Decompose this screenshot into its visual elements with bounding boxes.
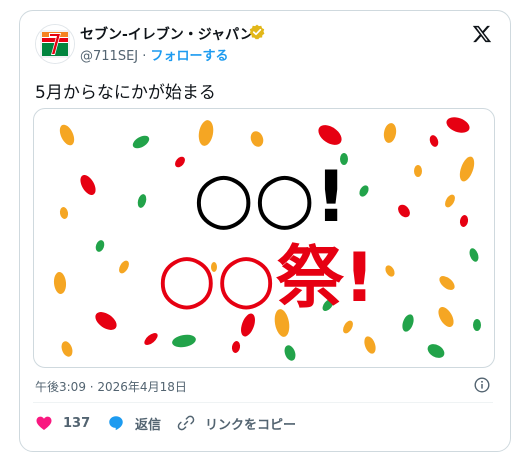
reply-bubble-icon (109, 416, 123, 431)
follow-button[interactable]: フォローする (151, 49, 229, 64)
image-headline-line2: ○○祭! (157, 239, 375, 318)
reply-label: 返信 (135, 417, 162, 433)
copy-link-button[interactable]: リンクをコピー (177, 414, 297, 433)
verified-badge-icon (249, 24, 265, 40)
handle-row: @711SEJ · フォローする (80, 45, 229, 64)
tweet-timestamp[interactable]: 午後3:09 · 2026年4月18日 (35, 378, 187, 395)
tweet-image[interactable]: ○○! ○○祭! (33, 108, 495, 368)
reply-button[interactable]: 返信 (107, 414, 162, 433)
info-icon[interactable] (474, 377, 490, 393)
like-count: 137 (63, 415, 91, 431)
copy-link-label: リンクをコピー (205, 417, 297, 433)
tweet-text: 5月からなにかが始まる (35, 83, 216, 103)
image-headline-line1: ○○! (193, 156, 347, 238)
x-logo-icon[interactable] (472, 24, 492, 44)
avatar[interactable] (35, 24, 75, 64)
divider (33, 402, 493, 403)
separator: · (142, 49, 147, 64)
account-name[interactable]: セブン‐イレブン・ジャパン (80, 24, 254, 44)
link-icon (177, 415, 195, 431)
heart-icon (36, 416, 52, 430)
like-button[interactable]: 137 (35, 414, 90, 432)
account-handle[interactable]: @711SEJ (80, 49, 138, 64)
campaign-image: ○○! ○○祭! (53, 117, 481, 361)
seven-eleven-logo-icon (36, 25, 74, 63)
